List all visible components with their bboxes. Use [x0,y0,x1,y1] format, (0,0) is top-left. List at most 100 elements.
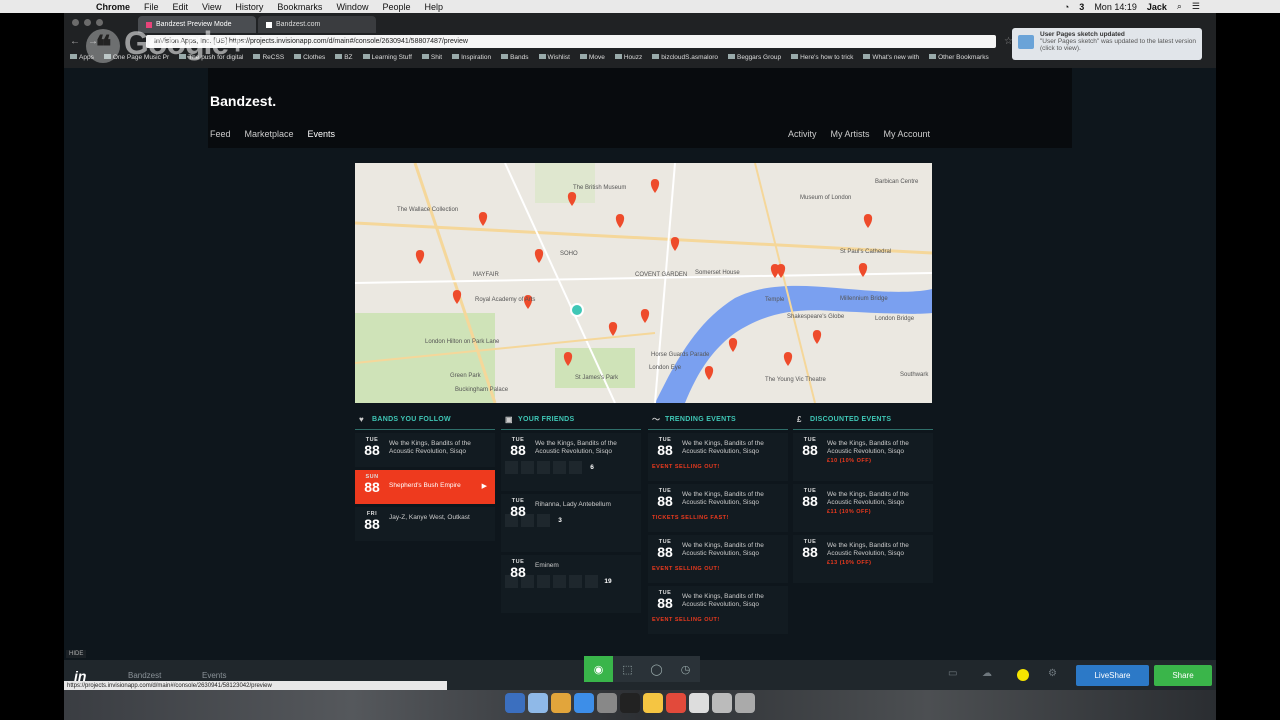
event-card[interactable]: TUE 88 Rihanna, Lady Antebellum 3 [501,494,641,552]
avatar[interactable] [553,574,566,588]
bookmark-item[interactable]: What's new with [863,54,919,61]
bookmark-item[interactable]: bizcloudS.asmaloro [652,54,718,61]
sketch-update-notification[interactable]: User Pages sketch updated "User Pages sk… [1012,28,1202,60]
user-menu[interactable]: Jack [1147,2,1167,12]
close-window-button[interactable] [72,19,79,26]
liveshare-button[interactable]: LiveShare [1076,665,1149,686]
bookmark-item[interactable]: Wishlist [538,54,570,61]
nav-my-artists[interactable]: My Artists [830,129,869,139]
menubar-item-edit[interactable]: Edit [173,2,189,12]
event-card[interactable]: TUE 88 We the Kings, Bandits of the Acoust… [648,433,788,481]
event-card[interactable]: TUE 88 We the Kings, Bandits of the Acoust… [501,433,641,491]
sketch-icon[interactable] [643,693,663,713]
event-card[interactable]: SUN 88 Shepherd's Bush Empire ▶ [355,470,495,504]
event-card[interactable]: TUE 88 We the Kings, Bandits of the Acoust… [648,484,788,532]
comment-mode-icon[interactable]: ◯ [642,656,671,682]
bookmark-item[interactable]: Learning Stuff [362,54,412,61]
build-mode-icon[interactable]: ⬚ [613,656,642,682]
bookmark-item[interactable]: Beggars Group [728,54,781,61]
event-card[interactable]: TUE 88 We the Kings, Bandits of the Acoust… [793,433,933,481]
nav-marketplace[interactable]: Marketplace [245,129,294,139]
column-title: DISCOUNTED EVENTS [810,416,892,423]
back-button[interactable]: ← [70,36,80,47]
avatar[interactable] [585,574,598,588]
menubar-item-chrome[interactable]: Chrome [96,2,130,12]
bookmark-item[interactable]: Clothes [294,54,325,61]
site-logo[interactable]: Bandzest. [210,93,276,109]
bookmark-item[interactable]: Shit [421,54,442,61]
menubar-item-file[interactable]: File [144,2,159,12]
tab-label: Bandzest.com [276,21,321,28]
bookmark-item[interactable]: ReCSS [253,54,284,61]
bookmark-label: Move [588,53,605,61]
event-card[interactable]: TUE 88 We the Kings, Bandits of the Acoust… [648,586,788,634]
notification-center-icon[interactable]: ☰ [1192,1,1200,12]
downloads-icon[interactable] [712,693,732,713]
folder-icon [421,54,429,60]
map-label: Green Park [450,373,482,379]
avatar[interactable] [521,460,534,474]
system-preferences-icon[interactable] [597,693,617,713]
messages-icon[interactable] [528,693,548,713]
avatar[interactable] [569,460,582,474]
avatar[interactable] [553,460,566,474]
crumb-screen[interactable]: Events [202,671,226,680]
document-icon[interactable] [689,693,709,713]
history-mode-icon[interactable]: ◷ [671,656,700,682]
nav-activity[interactable]: Activity [788,129,817,139]
menubar-item-window[interactable]: Window [336,2,368,12]
nav-events[interactable]: Events [308,129,336,139]
bookmark-item[interactable]: BZ [335,54,353,61]
ibooks-icon[interactable] [551,693,571,713]
map-label: London Eye [649,365,682,371]
nav-feed[interactable]: Feed [210,129,231,139]
crumb-project[interactable]: Bandzest [128,671,161,680]
event-card[interactable]: TUE 88 Eminem 19 [501,555,641,613]
event-card[interactable]: TUE 88 We the Kings, Bandits of the Acoust… [355,433,495,467]
avatar[interactable] [537,574,550,588]
bookmark-item[interactable]: Move [579,53,605,61]
screens-icon[interactable]: ▭ [948,668,957,679]
nav-my-account[interactable]: My Account [883,129,930,139]
tab-bandzest-com[interactable]: Bandzest.com [258,16,376,33]
event-title: We the Kings, Bandits of the Acoustic Re… [535,440,617,455]
column-header: ▣ YOUR FRIENDS [501,410,641,430]
preview-mode-eye-icon[interactable]: ◉ [584,656,613,682]
sync-cloud-icon[interactable]: ☁ [982,668,992,679]
event-title: Shepherd's Bush Empire [389,482,461,489]
bookmark-item[interactable]: Other Bookmarks [929,54,989,61]
event-card[interactable]: TUE 88 We the Kings, Bandits of the Acoust… [793,484,933,532]
event-day-number: 88 [364,516,380,532]
bookmark-item[interactable]: Houzz [614,54,642,61]
avatar[interactable] [537,460,550,474]
bookmark-item[interactable]: Bands [501,54,529,61]
avatar[interactable] [537,513,550,527]
menubar-item-history[interactable]: History [235,2,263,12]
bookmark-item[interactable]: Inspiration [452,54,491,61]
event-card[interactable]: TUE 88 We the Kings, Bandits of the Acoust… [648,535,788,583]
wifi-icon[interactable]: ◔ [1064,2,1069,12]
hide-toolbar-button[interactable]: HIDE [66,650,87,658]
menubar-item-help[interactable]: Help [424,2,443,12]
chrome-icon[interactable] [666,693,686,713]
trash-icon[interactable] [735,693,755,713]
avatar[interactable] [569,574,582,588]
events-map[interactable]: The British Museum The Wallace Collection… [355,163,932,403]
share-button[interactable]: Share [1154,665,1212,686]
menubar-item-bookmarks[interactable]: Bookmarks [277,2,322,12]
bookmark-item[interactable]: Here's how to trick [791,54,853,61]
address-bar[interactable]: InVision Apps, Inc. [US] https://project… [146,35,996,48]
app-store-icon[interactable] [574,693,594,713]
spotlight-icon[interactable]: ⌕ [1177,1,1182,12]
event-card[interactable]: FRI 88 Jay-Z, Kanye West, Outkast [355,507,495,541]
finder-icon[interactable] [505,693,525,713]
clock[interactable]: Mon 14:19 [1094,2,1137,12]
event-status: £11 (10% OFF) [827,509,872,515]
settings-gear-icon[interactable]: ⚙ [1048,668,1057,679]
menubar-item-people[interactable]: People [382,2,410,12]
google-plus-overlay: ❝ Google+ [86,25,247,64]
avatar[interactable] [505,460,518,474]
event-card[interactable]: TUE 88 We the Kings, Bandits of the Acoust… [793,535,933,583]
sonos-icon[interactable] [620,693,640,713]
menubar-item-view[interactable]: View [202,2,221,12]
